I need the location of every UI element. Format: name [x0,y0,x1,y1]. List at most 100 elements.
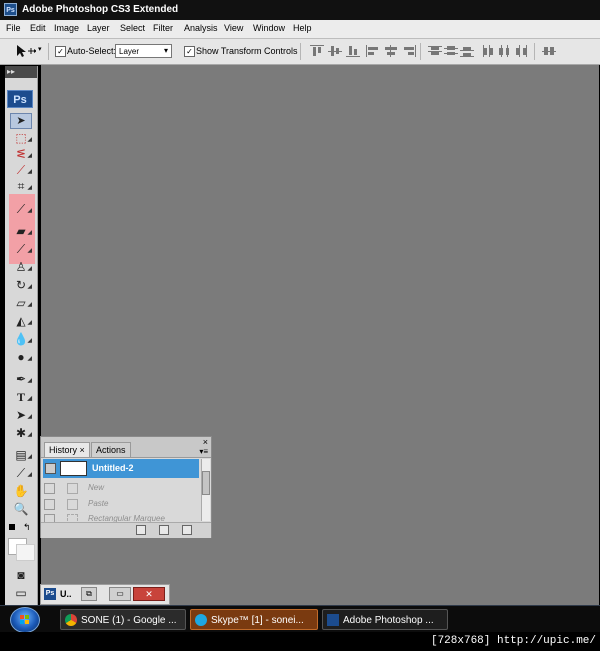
pen-icon: ✒ [15,372,27,386]
align-top-edges-icon[interactable] [310,45,324,57]
panel-menu-icon[interactable]: ▾≡ [199,447,208,456]
history-brush-tool[interactable]: ↻ ◢ [13,278,32,292]
menu-view[interactable]: View [224,23,243,33]
rectangular-marquee-icon: ⬚ [15,131,27,145]
quick-mask-button[interactable]: ◙ [13,568,29,582]
minimized-document[interactable]: Ps U.. ⧉ ▭ ✕ [40,584,170,605]
auto-select-dropdown[interactable]: Layer ▾ [115,44,172,58]
eyedropper-2-tool[interactable]: ⟋ ◢ [13,466,32,480]
trash-icon[interactable] [182,525,192,535]
menu-help[interactable]: Help [293,23,312,33]
menu-file[interactable]: File [6,23,21,33]
distribute-left-edges-icon[interactable] [482,45,496,57]
align-right-edges-icon[interactable] [402,45,416,57]
menu-layer[interactable]: Layer [87,23,110,33]
auto-align-layers-icon[interactable] [542,45,556,57]
menu-filter[interactable]: Filter [153,23,173,33]
eyedropper-tool[interactable]: ⟋ ◢ [13,202,32,216]
notes-tool[interactable]: ▤ ◢ [13,448,32,462]
photoshop-logo[interactable]: Ps [7,90,33,108]
paint-bucket-icon: ◭ [16,314,26,328]
hand-tool[interactable]: ✋ [13,484,29,498]
taskbar-item-chrome[interactable]: SONE (1) - Google ... [60,609,186,630]
distribute-bottom-edges-icon[interactable] [460,45,474,57]
history-state-row[interactable]: Paste [43,498,199,513]
menu-image[interactable]: Image [54,23,79,33]
start-button[interactable] [10,607,40,633]
pen-tool[interactable]: ✒ ◢ [13,372,32,386]
chrome-icon [65,614,77,626]
default-colors-control[interactable]: ↰ [9,522,33,538]
tab-actions[interactable]: Actions [91,442,131,457]
history-state-row[interactable]: Rectangular Marquee [43,513,199,522]
distribute-top-edges-icon[interactable] [428,45,442,57]
scrollbar-thumb[interactable] [202,471,210,495]
move-tool-preset-button[interactable] [14,43,37,59]
menu-window[interactable]: Window [253,23,285,33]
skype-icon [195,614,207,626]
paste-icon [67,499,78,510]
quick-mask-icon: ◙ [17,568,25,582]
type-tool[interactable]: T ◢ [13,390,32,404]
align-horizontal-centers-icon[interactable] [384,45,398,57]
history-snapshot-row[interactable]: Untitled-2 [43,459,199,478]
auto-select-label: Auto-Select: [67,46,117,56]
shape-tool[interactable]: ✱ ◢ [13,426,32,440]
stamp-icon: ♙ [15,260,27,274]
history-source-box[interactable] [44,499,55,510]
history-scrollbar[interactable] [201,459,210,521]
drop-icon: 💧 [13,332,29,346]
path-selection-tool[interactable]: ➤ ◢ [13,408,32,422]
new-document-from-state-icon[interactable] [136,525,146,535]
screen-mode-button[interactable]: ▭ [13,586,29,600]
marquee-tool[interactable]: ⬚ ◢ [13,131,32,145]
tab-history[interactable]: History × [44,442,90,457]
auto-select-checkbox[interactable]: ✓ [55,46,66,57]
chevron-down-icon[interactable]: ▾ [38,45,42,53]
healing-brush-tool[interactable]: ▰ ◢ [13,224,32,238]
distribute-vertical-centers-icon[interactable] [444,45,458,57]
dodge-tool[interactable]: ● ◢ [13,350,32,364]
distribute-right-edges-icon[interactable] [514,45,528,57]
taskbar-item-photoshop[interactable]: Adobe Photoshop ... [322,609,448,630]
eraser-tool[interactable]: ▱ ◢ [13,296,32,310]
taskbar-item-skype[interactable]: Skype™ [1] - sonei... [190,609,318,630]
menu-analysis[interactable]: Analysis [184,23,218,33]
swap-colors-icon[interactable]: ↰ [23,522,31,533]
show-transform-checkbox[interactable]: ✓ [184,46,195,57]
minimized-document-label: U.. [60,589,72,599]
tab-history-label: History [49,445,78,455]
restore-icon[interactable]: ⧉ [81,587,97,601]
lasso-tool[interactable]: ᓬ ◢ [13,147,32,161]
distribute-horizontal-centers-icon[interactable] [498,45,512,57]
maximize-icon[interactable]: ▭ [109,587,131,601]
menu-select[interactable]: Select [120,23,145,33]
paint-bucket-tool[interactable]: ◭ ◢ [13,314,32,328]
zoom-tool[interactable]: 🔍 [13,502,29,516]
align-bottom-edges-icon[interactable] [346,45,360,57]
background-color-swatch[interactable] [16,544,35,561]
history-state-row[interactable]: New [43,482,199,497]
brush-tool[interactable]: ⟋ ◢ [13,242,32,256]
quick-selection-tool[interactable]: ⟋ ◢ [13,163,32,177]
move-tool[interactable]: ➤ [10,113,32,129]
panel-tabs: History × Actions × ▾≡ [41,437,211,458]
tab-close-icon[interactable]: × [80,445,85,455]
clone-stamp-tool[interactable]: ♙ ◢ [13,260,32,274]
snapshot-thumbnail [60,461,87,476]
history-source-box[interactable] [44,514,55,522]
blur-tool[interactable]: 💧 ◢ [13,332,32,346]
close-icon[interactable]: ✕ [133,587,165,601]
align-vertical-centers-icon[interactable] [328,45,342,57]
panel-close-icon[interactable]: × [203,437,208,447]
menu-edit[interactable]: Edit [30,23,46,33]
align-left-edges-icon[interactable] [366,45,380,57]
history-source-box[interactable] [44,483,55,494]
history-footer [41,522,211,538]
new-snapshot-icon[interactable] [159,525,169,535]
history-brush-source-icon[interactable] [45,463,56,474]
options-bar: ▾ ✓ Auto-Select: Layer ▾ ✓ Show Transfor… [0,39,600,65]
crop-tool[interactable]: ⌗ ◢ [13,179,32,193]
toolbox-grip[interactable]: ▸▸ [5,66,37,78]
bandage-icon: ▰ [16,224,26,238]
